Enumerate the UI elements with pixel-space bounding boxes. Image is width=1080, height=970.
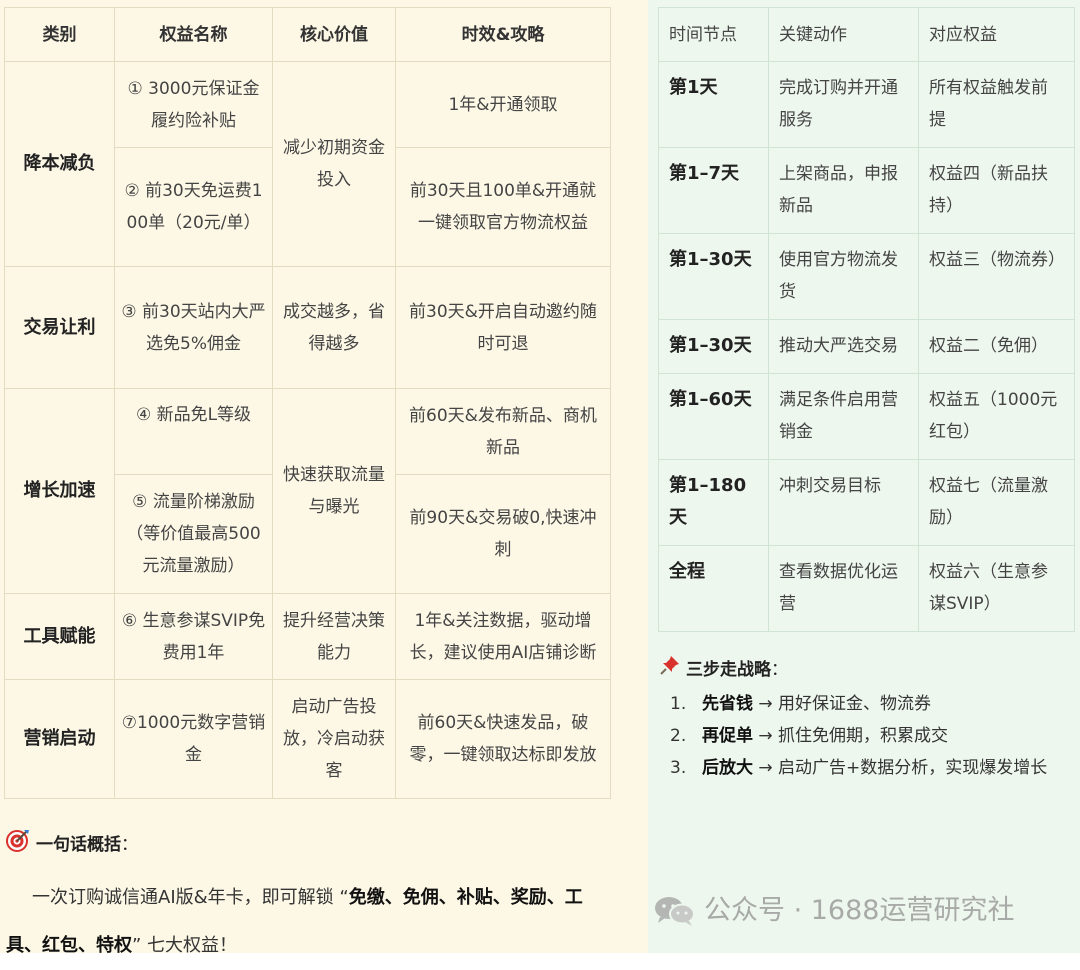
action-cell: 使用官方物流发货	[768, 233, 919, 320]
benefit-cell: 权益三（物流券）	[918, 233, 1075, 320]
right-panel: 时间节点 关键动作 对应权益 第1天 完成订购并开通服务 所有权益触发前提 第1…	[648, 0, 1080, 953]
step-number: 3.	[670, 758, 687, 778]
watermark-text: 公众号 · 1688运营研究社	[704, 895, 1015, 926]
table-row: 第1–60天 满足条件启用营销金 权益五（1000元红包）	[658, 373, 1075, 460]
benefit-name-cell: ① 3000元保证金履约险补贴	[114, 61, 273, 148]
timing-cell: 前30天&开启自动邀约随时可退	[395, 266, 611, 389]
header-time-node: 时间节点	[658, 7, 769, 62]
benefit-cell: 权益五（1000元红包）	[918, 373, 1075, 460]
table-row: 第1–30天 使用官方物流发货 权益三（物流券）	[658, 233, 1075, 320]
day-cell: 第1–30天	[658, 319, 769, 374]
benefit-name-cell: ④ 新品免L等级	[114, 388, 273, 475]
day-cell: 第1–60天	[658, 373, 769, 460]
core-value-cell: 成交越多，省得越多	[272, 266, 396, 389]
step-keyword: 再促单	[702, 726, 753, 746]
timing-cell: 1年&关注数据，驱动增长，建议使用AI店铺诊断	[395, 593, 611, 680]
strategy-title-line: 三步走战略：	[660, 655, 788, 685]
day-cell: 第1天	[658, 61, 769, 148]
table-row: 第1–30天 推动大严选交易 权益二（免佣）	[658, 319, 1075, 374]
category-cell: 营销启动	[4, 679, 115, 799]
strategy-list: 1. 先省钱 → 用好保证金、物流券 2. 再促单 → 抓住免佣期，积累成交 3. 后…	[670, 688, 1047, 784]
target-icon	[6, 828, 30, 862]
timing-cell: 前90天&交易破0,快速冲刺	[395, 474, 611, 594]
day-cell: 第1–7天	[658, 147, 769, 234]
action-cell: 查看数据优化运营	[768, 545, 919, 632]
core-value-cell: 启动广告投放，冷启动获客	[272, 679, 396, 799]
wechat-icon	[654, 895, 696, 927]
benefit-cell: 权益七（流量激励）	[918, 459, 1075, 546]
table-row: 全程 查看数据优化运营 权益六（生意参谋SVIP）	[658, 545, 1075, 632]
table-row: 降本减负 ① 3000元保证金履约险补贴 减少初期资金投入 1年&开通领取	[4, 61, 611, 267]
summary-title: 一句话概括	[36, 835, 121, 855]
summary-text-before: 一次订购诚信通AI版&年卡，即可解锁 “	[32, 887, 349, 908]
table-row: 第1–180天 冲刺交易目标 权益七（流量激励）	[658, 459, 1075, 546]
benefit-cell: 权益四（新品扶持）	[918, 147, 1075, 234]
summary-title-line: 一句话概括：	[6, 828, 138, 862]
step-text: → 抓住免佣期，积累成交	[753, 726, 949, 746]
step-number: 2.	[670, 726, 687, 746]
left-panel: 类别 权益名称 核心价值 时效&攻略 降本减负 ① 3000元保证金履约险补贴 …	[0, 0, 648, 956]
timing-cell: 前60天&发布新品、商机新品	[395, 388, 611, 475]
category-cell: 降本减负	[4, 61, 115, 267]
benefit-cell: 所有权益触发前提	[918, 61, 1075, 148]
table-row: 工具赋能 ⑥ 生意参谋SVIP免费用1年 提升经营决策能力 1年&关注数据，驱动…	[4, 593, 611, 680]
table-row: 第1–7天 上架商品，申报新品 权益四（新品扶持）	[658, 147, 1075, 234]
benefit-name-cell: ② 前30天免运费100单（20元/单）	[114, 147, 273, 267]
header-core-value: 核心价值	[272, 7, 396, 62]
strategy-title-colon: ：	[771, 660, 788, 680]
step-text: → 用好保证金、物流券	[753, 694, 932, 714]
step-text: → 启动广告+数据分析，实现爆发增长	[753, 758, 1048, 778]
core-value-cell: 减少初期资金投入	[272, 61, 396, 267]
timeline-header-row: 时间节点 关键动作 对应权益	[658, 7, 1075, 62]
table-row: 增长加速 ④ 新品免L等级 快速获取流量与曝光 前60天&发布新品、商机新品	[4, 388, 611, 594]
watermark: 公众号 · 1688运营研究社	[654, 892, 1014, 930]
table-row: 交易让利 ③ 前30天站内大严选免5%佣金 成交越多，省得越多 前30天&开启自…	[4, 266, 611, 389]
list-item: 3. 后放大 → 启动广告+数据分析，实现爆发增长	[670, 752, 1047, 784]
header-benefit-name: 权益名称	[114, 7, 273, 62]
core-value-cell: 快速获取流量与曝光	[272, 388, 396, 594]
header-category: 类别	[4, 7, 115, 62]
header-timing: 时效&攻略	[395, 7, 611, 62]
table-row: 营销启动 ⑦1000元数字营销金 启动广告投放，冷启动获客 前60天&快速发品，…	[4, 679, 611, 799]
benefit-name-cell: ⑦1000元数字营销金	[114, 679, 273, 799]
summary-title-colon: ：	[121, 835, 138, 855]
category-cell: 工具赋能	[4, 593, 115, 680]
day-cell: 第1–180天	[658, 459, 769, 546]
core-value-cell: 提升经营决策能力	[272, 593, 396, 680]
benefit-table: 类别 权益名称 核心价值 时效&攻略 降本减负 ① 3000元保证金履约险补贴 …	[4, 7, 611, 799]
benefit-name-cell: ③ 前30天站内大严选免5%佣金	[114, 266, 273, 389]
action-cell: 满足条件启用营销金	[768, 373, 919, 460]
action-cell: 推动大严选交易	[768, 319, 919, 374]
summary-text: 一次订购诚信通AI版&年卡，即可解锁 “免缴、免佣、补贴、奖励、工具、红包、特权…	[6, 874, 616, 970]
header-related-benefit: 对应权益	[918, 7, 1075, 62]
timeline-table: 时间节点 关键动作 对应权益 第1天 完成订购并开通服务 所有权益触发前提 第1…	[658, 7, 1075, 632]
day-cell: 全程	[658, 545, 769, 632]
step-keyword: 先省钱	[702, 694, 753, 714]
timing-cell: 1年&开通领取	[395, 61, 611, 148]
action-cell: 冲刺交易目标	[768, 459, 919, 546]
table-row: 第1天 完成订购并开通服务 所有权益触发前提	[658, 61, 1075, 148]
header-key-action: 关键动作	[768, 7, 919, 62]
action-cell: 上架商品，申报新品	[768, 147, 919, 234]
benefit-name-cell: ⑥ 生意参谋SVIP免费用1年	[114, 593, 273, 680]
benefit-cell: 权益六（生意参谋SVIP）	[918, 545, 1075, 632]
category-cell: 增长加速	[4, 388, 115, 594]
strategy-title: 三步走战略	[686, 660, 771, 680]
benefit-cell: 权益二（免佣）	[918, 319, 1075, 374]
list-item: 2. 再促单 → 抓住免佣期，积累成交	[670, 720, 1047, 752]
action-cell: 完成订购并开通服务	[768, 61, 919, 148]
timing-cell: 前60天&快速发品，破零，一键领取达标即发放	[395, 679, 611, 799]
benefit-name-cell: ⑤ 流量阶梯激励（等价值最高500元流量激励）	[114, 474, 273, 594]
step-number: 1.	[670, 694, 687, 714]
timing-cell: 前30天且100单&开通就一键领取官方物流权益	[395, 147, 611, 267]
benefit-table-header-row: 类别 权益名称 核心价值 时效&攻略	[4, 7, 611, 62]
step-keyword: 后放大	[702, 758, 753, 778]
category-cell: 交易让利	[4, 266, 115, 389]
pushpin-icon	[660, 655, 680, 685]
day-cell: 第1–30天	[658, 233, 769, 320]
list-item: 1. 先省钱 → 用好保证金、物流券	[670, 688, 1047, 720]
